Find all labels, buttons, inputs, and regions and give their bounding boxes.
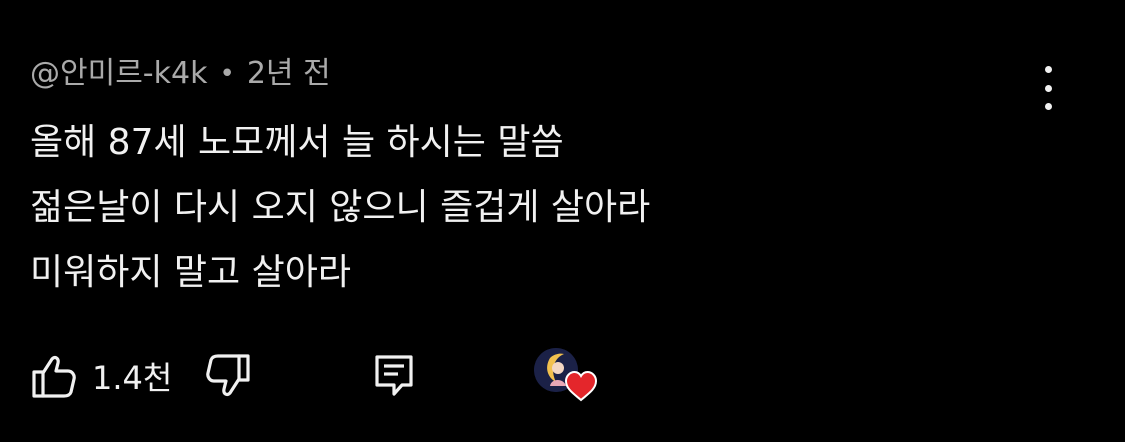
comment-actions: 1.4천 <box>28 348 598 404</box>
like-button[interactable]: 1.4천 <box>28 351 172 401</box>
comment-line: 올해 87세 노모께서 늘 하시는 말씀 <box>30 122 564 163</box>
comment-line: 젊은날이 다시 오지 않으니 즐겁게 살아라 <box>30 187 651 228</box>
meta-separator: • <box>219 59 235 89</box>
comment-line: 미워하지 말고 살아라 <box>30 252 351 293</box>
comment: @안미르-k4k • 2년 전 올해 87세 노모께서 늘 하시는 말씀 젊은날… <box>30 52 1070 305</box>
like-count: 1.4천 <box>92 359 173 397</box>
more-vert-icon-dot <box>1044 66 1052 73</box>
creator-heart-icon <box>565 370 598 402</box>
author-handle[interactable]: @안미르-k4k <box>30 52 207 96</box>
comment-text: 올해 87세 노모께서 늘 하시는 말씀 젊은날이 다시 오지 않으니 즐겁게 … <box>30 110 1070 305</box>
comment-timestamp[interactable]: 2년 전 <box>247 52 331 96</box>
reply-comment-icon <box>375 355 413 396</box>
reply-button[interactable] <box>372 352 416 400</box>
creator-heart <box>534 348 598 404</box>
dislike-button[interactable] <box>204 351 254 401</box>
more-options-button[interactable] <box>1030 66 1066 110</box>
thumbs-up-icon <box>32 356 76 398</box>
more-vert-icon-dot <box>1044 84 1052 92</box>
comment-header: @안미르-k4k • 2년 전 <box>30 52 1070 96</box>
thumbs-down-icon <box>206 354 250 396</box>
more-vert-icon-dot <box>1044 103 1052 110</box>
